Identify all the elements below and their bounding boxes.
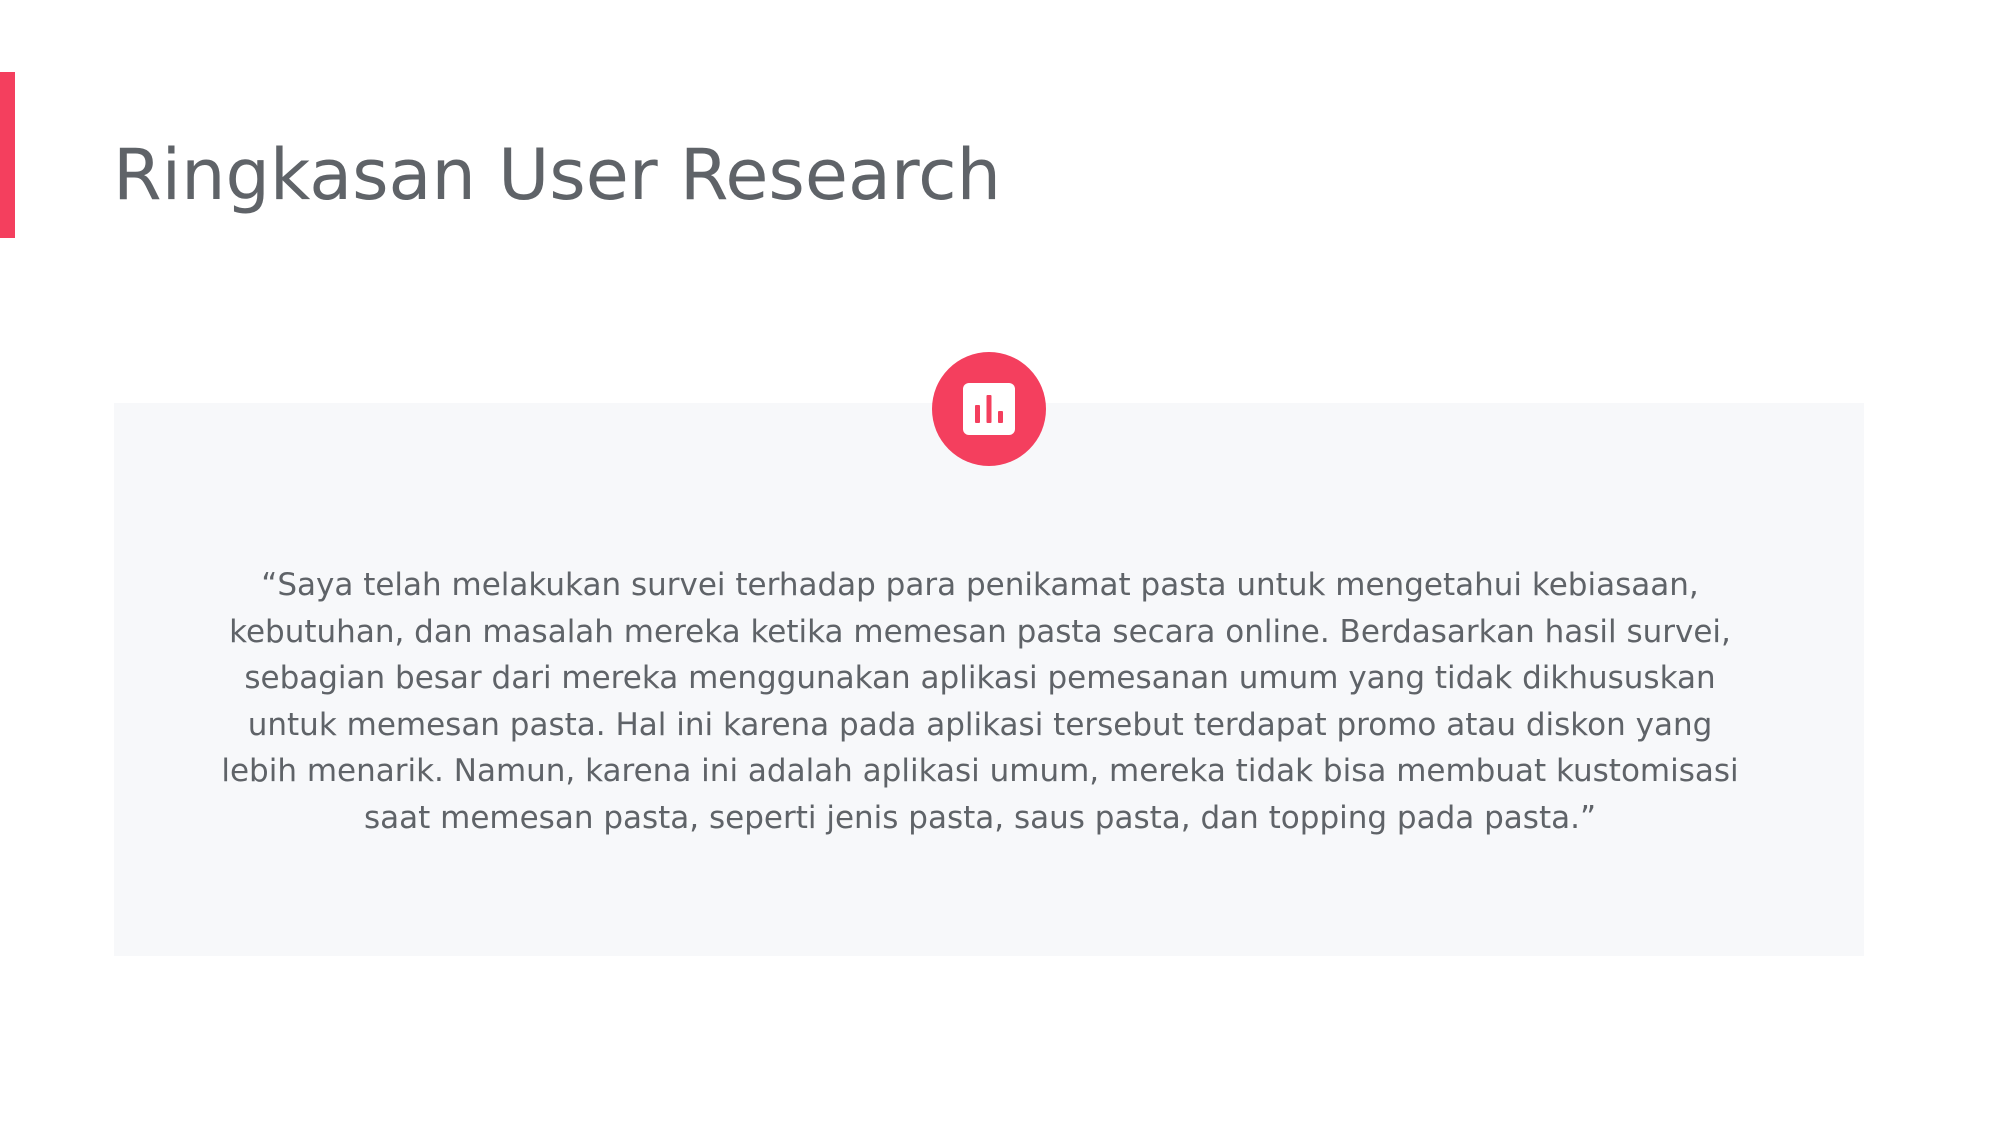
chart-badge [932,352,1046,466]
bar-chart-icon [963,383,1015,435]
research-quote: “Saya telah melakukan survei terhadap pa… [221,567,1739,836]
title-accent-bar [0,72,15,238]
page-title: Ringkasan User Research [113,134,1001,216]
